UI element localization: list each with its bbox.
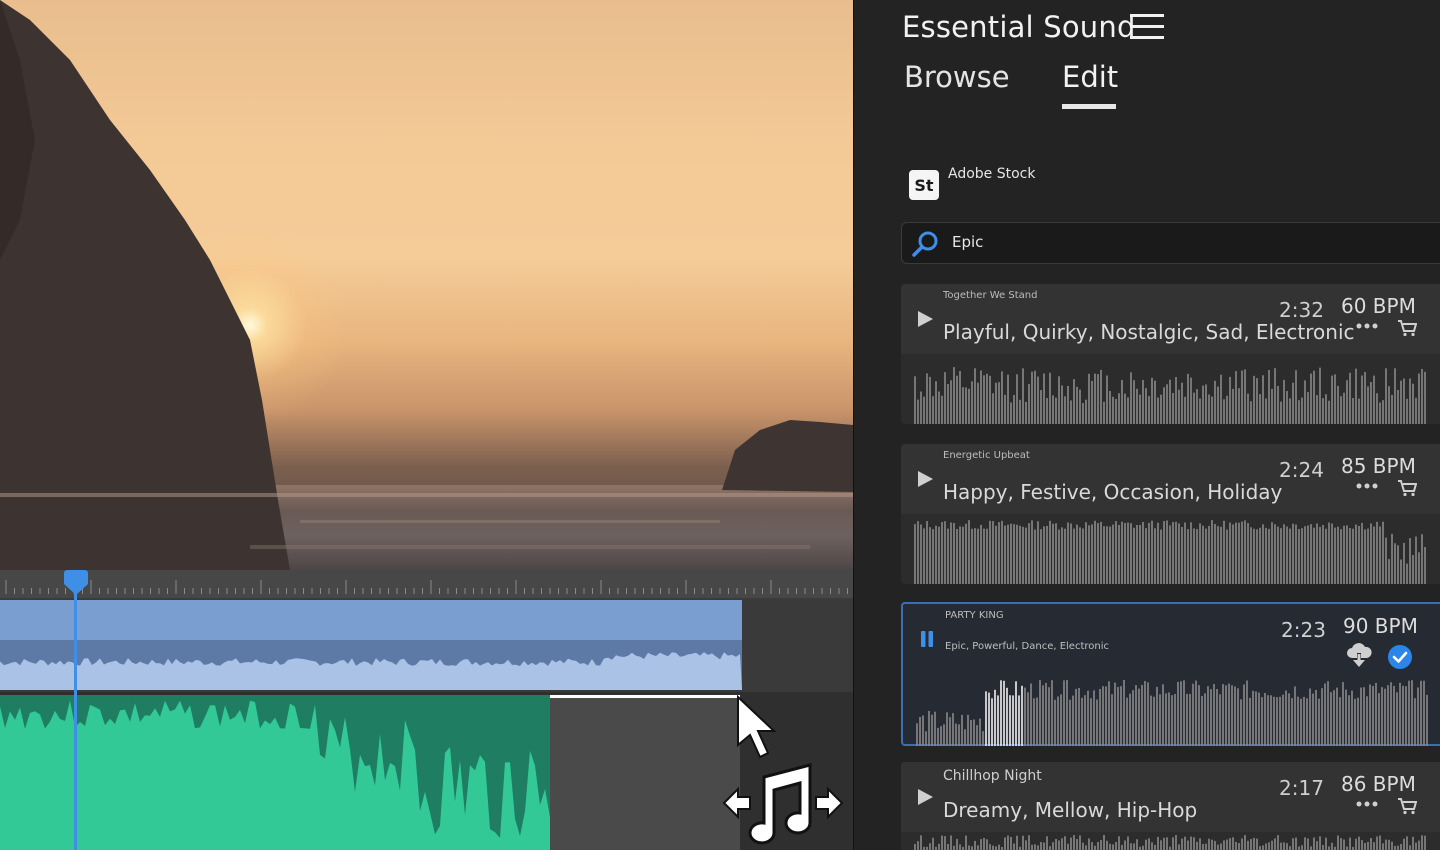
track-title: Together We Stand [943,290,1038,301]
time-ruler[interactable] [0,570,853,598]
play-icon[interactable] [915,468,935,490]
track-bpm: 85 BPM [1341,454,1416,478]
cart-icon[interactable] [1397,479,1417,497]
track-duration: 2:17 [1279,776,1324,800]
cart-icon[interactable] [1397,797,1417,815]
ellipsis-icon[interactable] [1355,322,1379,330]
tab-edit[interactable]: Edit [1062,60,1118,94]
search-input[interactable] [952,233,1352,251]
ellipsis-icon[interactable] [1355,482,1379,490]
source-label: Adobe Stock [948,166,1036,182]
track-duration: 2:32 [1279,298,1324,322]
tab-browse[interactable]: Browse [904,60,1010,94]
track-tags: Epic, Powerful, Dance, Electronic [945,641,1109,652]
play-icon[interactable] [915,786,935,808]
track-item[interactable]: Energetic Upbeat Happy, Festive, Occasio… [901,444,1440,584]
track-tags: Playful, Quirky, Nostalgic, Sad, Electro… [943,320,1355,344]
track-duration: 2:23 [1281,618,1326,642]
active-tab-indicator [1062,104,1116,109]
cloud-download-icon[interactable] [1345,642,1373,668]
audio-waveform [0,652,742,690]
move-music-cursor-icon [722,695,844,845]
music-waveform-shape [0,700,550,850]
track-waveform [914,367,1426,424]
track-title: Chillhop Night [943,768,1042,784]
track-item[interactable]: Together We Stand Playful, Quirky, Nosta… [901,284,1440,424]
ellipsis-icon[interactable] [1355,800,1379,808]
track-waveform [916,680,1428,746]
track-item-active[interactable]: PARTY KING Epic, Powerful, Dance, Electr… [901,602,1440,746]
track-duration: 2:24 [1279,458,1324,482]
track-tags: Happy, Festive, Occasion, Holiday [943,480,1283,504]
track-title: PARTY KING [945,610,1004,621]
playhead-handle-icon[interactable] [62,570,90,596]
hamburger-icon[interactable] [1130,14,1164,42]
video-clip[interactable] [0,600,742,640]
track-bpm: 60 BPM [1341,294,1416,318]
audio-waveform-shape [0,652,742,690]
track-bpm: 86 BPM [1341,772,1416,796]
app-window: Essential Sound Browse Edit St Adobe Sto… [0,0,1440,850]
track-title: Energetic Upbeat [943,450,1030,461]
track-waveform [914,835,1426,850]
magnifier-icon[interactable] [910,229,940,259]
search-box[interactable] [901,222,1440,264]
check-circle-icon[interactable] [1387,644,1413,670]
track-bpm: 90 BPM [1343,614,1418,638]
track-item[interactable]: Chillhop Night Dreamy, Mellow, Hip-Hop 2… [901,762,1440,850]
drop-target-area[interactable] [550,695,740,850]
play-icon[interactable] [915,308,935,330]
video-audio-clip[interactable] [0,640,742,690]
track-tags: Dreamy, Mellow, Hip-Hop [943,798,1198,822]
pause-icon[interactable] [917,628,937,650]
track-waveform [914,520,1426,584]
timeline[interactable] [0,570,853,850]
landscape-shapes [0,0,853,570]
video-preview [0,0,853,570]
panel-title: Essential Sound [902,10,1136,44]
music-waveform [0,700,550,850]
adobe-stock-logo: St [909,170,939,200]
cart-icon[interactable] [1397,319,1417,337]
playhead-line [74,588,77,850]
essential-sound-panel: Essential Sound Browse Edit St Adobe Sto… [853,0,1440,850]
music-clip[interactable] [0,695,550,850]
